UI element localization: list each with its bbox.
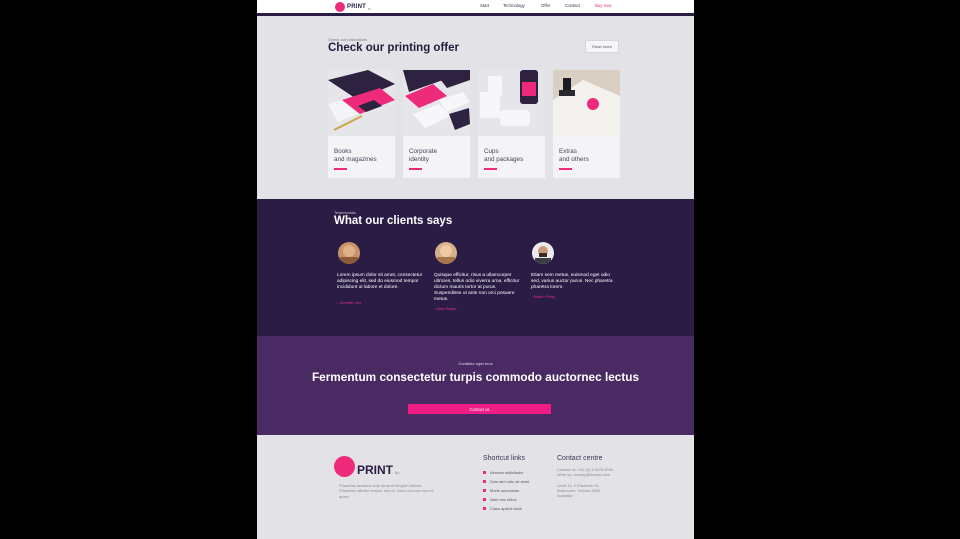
corporate-identity-image xyxy=(403,70,470,136)
avatar xyxy=(532,242,554,264)
shortcut-link[interactable]: Nam nec tellus xyxy=(483,495,529,504)
bullet-icon xyxy=(483,498,486,501)
contact-address: Level 13, 2 Elizabeth St, Melbourne, Vic… xyxy=(557,483,602,498)
shortcut-link[interactable]: Duis sed odio sit amet xyxy=(483,477,529,486)
offer-card-books[interactable]: Books and magazines xyxy=(328,70,395,178)
cups-image xyxy=(478,70,545,136)
testimonials-title: What our clients says xyxy=(334,215,453,227)
shortcut-link-label: Duis sed odio sit amet xyxy=(490,479,530,484)
read-more-button[interactable]: Read more xyxy=(585,40,619,53)
logo-mark-icon xyxy=(335,1,345,12)
contact-centre-title: Contact centre xyxy=(557,455,603,462)
testimonial-quote: Quisque efficitur, risus a ullamcorper u… xyxy=(434,273,520,302)
card-label: Cups and packages xyxy=(484,148,524,163)
nav-start[interactable]: Start xyxy=(480,3,489,8)
footer-logo-sub: 8u xyxy=(395,470,400,475)
bullet-icon xyxy=(483,507,486,510)
card-label: Corporate identity xyxy=(409,148,438,163)
card-accent-bar xyxy=(334,168,347,170)
offer-card-cups[interactable]: Cups and packages xyxy=(478,70,545,178)
logo[interactable]: PRINT 8u xyxy=(335,1,371,12)
footer-logo[interactable]: PRINT 8u xyxy=(334,456,399,477)
logo-text: PRINT xyxy=(347,3,366,10)
avatar xyxy=(338,242,360,264)
contact-us-button[interactable]: Contact us xyxy=(408,404,551,414)
testimonial-author: - Martin Perry xyxy=(531,294,556,299)
shortcut-link-label: Nam nec tellus xyxy=(490,497,517,502)
shortcut-links-list: Aenean sollicitudin Duis sed odio sit am… xyxy=(483,468,529,513)
top-navbar: PRINT 8u Start Technology Offer Contact … xyxy=(257,0,694,13)
bullet-icon xyxy=(483,489,486,492)
shortcut-link[interactable]: Aenean sollicitudin xyxy=(483,468,529,477)
card-accent-bar xyxy=(409,168,422,170)
footer-logo-text: PRINT xyxy=(357,463,393,477)
offer-title: Check our printing offer xyxy=(328,42,459,54)
shortcut-links-title: Shortcut links xyxy=(483,455,526,462)
card-label: Extras and others xyxy=(559,148,589,163)
footer-description: Phasellus faucibus ante sit amet feugiat… xyxy=(339,483,434,499)
offer-card-corporate[interactable]: Corporate identity xyxy=(403,70,470,178)
nav-offer[interactable]: Offer xyxy=(541,3,550,8)
cta-title: Fermentum consectetur turpis commodo auc… xyxy=(311,370,640,384)
page: PRINT 8u Start Technology Offer Contact … xyxy=(257,0,694,539)
testimonial-quote: Etiam sem metus, euismod eget odio sed, … xyxy=(531,273,613,290)
contact-details: Contact us: +61 (0) 3 8376 6284 Write us… xyxy=(557,467,613,477)
nav-technology[interactable]: Technology xyxy=(503,3,525,8)
bullet-icon xyxy=(483,471,486,474)
testimonial-quote: Lorem ipsum dolor sit amet, consectetur … xyxy=(337,273,423,290)
cta-eyebrow: Curabitur eget eros xyxy=(458,361,493,366)
logo-mark-icon xyxy=(334,456,355,477)
extras-image xyxy=(553,70,620,136)
avatar xyxy=(435,242,457,264)
card-accent-bar xyxy=(484,168,497,170)
cta-section: Curabitur eget eros Fermentum consectetu… xyxy=(257,336,694,435)
testimonial-author: - Alice Bayer xyxy=(434,306,457,311)
shortcut-link-label: Morbi accumsan xyxy=(490,488,520,493)
logo-sub: 8u xyxy=(368,6,372,11)
nav-buy-now[interactable]: Buy now xyxy=(595,3,611,8)
shortcut-link-label: Aenean sollicitudin xyxy=(490,470,524,475)
shortcut-link-label: Class aptent taciti xyxy=(490,506,522,511)
card-label: Books and magazines xyxy=(334,148,377,163)
books-image xyxy=(328,70,395,136)
offer-card-extras[interactable]: Extras and others xyxy=(553,70,620,178)
shortcut-link[interactable]: Morbi accumsan xyxy=(483,486,529,495)
testimonial-author: - Jennifer Lee xyxy=(337,300,362,305)
nav-contact[interactable]: Contact xyxy=(565,3,580,8)
testimonials-section: Testimonials What our clients says Lorem… xyxy=(257,199,694,336)
header-divider xyxy=(257,13,694,16)
bullet-icon xyxy=(483,480,486,483)
card-accent-bar xyxy=(559,168,572,170)
shortcut-link[interactable]: Class aptent taciti xyxy=(483,504,529,513)
